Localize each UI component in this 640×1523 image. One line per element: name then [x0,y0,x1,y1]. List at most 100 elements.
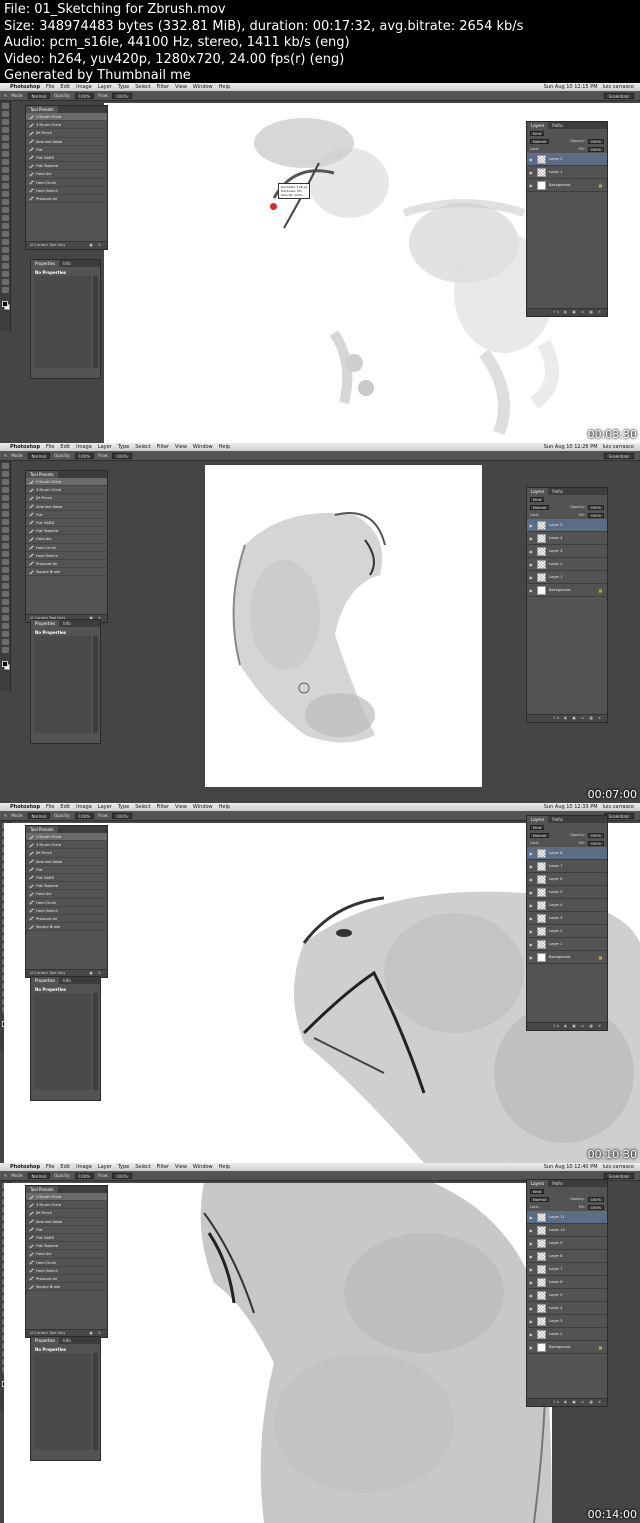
tool-icon[interactable] [2,567,9,573]
preset-item[interactable]: Hard Ale [26,535,107,544]
menu-item[interactable]: Image [76,803,92,811]
current-tool-only-checkbox[interactable]: ☑ Current Tool Only [30,242,65,249]
menu-item[interactable]: Edit [60,83,70,91]
menubar-clock[interactable]: Sun Aug 10 12:33 PM [544,803,598,811]
menu-item[interactable]: Select [135,443,150,451]
tool-icon[interactable] [2,263,9,269]
visibility-eye-icon[interactable]: ◉ [529,877,534,882]
menu-item[interactable]: Layer [98,443,112,451]
menu-item[interactable]: Window [193,83,213,91]
layer-row[interactable]: ◉ Background 🔒 [527,951,607,964]
visibility-eye-icon[interactable]: ◉ [529,916,534,921]
menu-item[interactable]: Layer [98,803,112,811]
preset-item[interactable]: 2 Brush Circle [26,478,107,487]
tool-icon[interactable] [2,191,9,197]
visibility-eye-icon[interactable]: ◉ [529,851,534,856]
tool-icon[interactable] [2,551,9,557]
tool-icon[interactable] [2,607,9,613]
menu-item[interactable]: Type [118,83,129,91]
preset-item[interactable]: 3 Brush Circle [26,841,107,850]
opacity-field[interactable]: 100% [74,452,94,459]
opacity-field[interactable]: 100% [74,1172,94,1179]
layer-row[interactable]: ◉ Layer 2 [527,925,607,938]
tool-icon[interactable] [2,519,9,525]
preset-item[interactable]: JM Pencil [26,1209,107,1218]
mode-field[interactable]: Normal [27,92,51,99]
tab-paths[interactable]: Paths [548,816,567,823]
fill-field[interactable]: 100% [587,512,604,518]
tab-info[interactable]: Info [59,977,75,984]
tool-icon[interactable] [2,543,9,549]
tool-icon[interactable] [2,287,9,293]
visibility-eye-icon[interactable]: ◉ [529,536,534,541]
preset-item[interactable]: Flat [26,511,107,519]
tab-properties[interactable]: Properties [31,620,60,627]
layer-kind-filter[interactable]: Kind [530,824,544,830]
flow-field[interactable]: 100% [112,92,132,99]
flow-field[interactable]: 100% [112,452,132,459]
app-name[interactable]: Photoshop [10,1163,40,1171]
layer-opacity-field[interactable]: 100% [587,1196,604,1202]
menu-item[interactable]: Edit [60,803,70,811]
menu-item[interactable]: View [175,803,187,811]
blend-mode-select[interactable]: Normal [530,504,550,510]
preset-item[interactable]: Flat HARD [26,519,107,528]
tool-icon[interactable] [2,479,9,485]
menubar-user[interactable]: luis carrasco [603,803,634,811]
layer-row[interactable]: ◉ Layer 8 [527,847,607,860]
preset-item[interactable]: Hard Sketch [26,1267,107,1275]
layers-footer-icons[interactable]: fx ◐ ▣ ▭ ▦ ✕ [554,715,607,722]
preset-item[interactable]: Pressure Air [26,195,107,204]
layer-kind-filter[interactable]: Kind [530,496,544,502]
menu-item[interactable]: View [175,443,187,451]
preset-item[interactable]: Airbrush Noise [26,138,107,146]
app-name[interactable]: Photoshop [10,443,40,451]
preset-item[interactable]: Airbrush Noise [26,858,107,866]
blend-mode-select[interactable]: Normal [530,138,550,144]
tool-icon[interactable] [2,159,9,165]
fill-field[interactable]: 100% [587,1204,604,1210]
tool-icon[interactable] [2,495,9,501]
layer-row[interactable]: ◉ Layer 4 [527,899,607,912]
tool-icon[interactable] [2,135,9,141]
menu-item[interactable]: Image [76,443,92,451]
tool-icon[interactable] [2,647,9,653]
tab-paths[interactable]: Paths [548,1180,567,1187]
preset-item[interactable]: Pressure Air [26,915,107,924]
layer-row[interactable]: ◉ Layer 5 [527,519,607,532]
preset-item[interactable]: JM Pencil [26,849,107,858]
layer-row[interactable]: ◉ Layer 6 [527,1276,607,1289]
preset-item[interactable]: Airbrush Noise [26,1218,107,1226]
opacity-field[interactable]: 100% [74,92,94,99]
layer-kind-filter[interactable]: Kind [530,130,544,136]
foreground-color-swatch[interactable] [2,301,8,307]
visibility-eye-icon[interactable]: ◉ [529,942,534,947]
preset-item[interactable]: 2 Brush Circle [26,1193,107,1202]
visibility-eye-icon[interactable]: ◉ [529,1345,534,1350]
layer-opacity-field[interactable]: 100% [587,138,604,144]
tool-icon[interactable] [2,223,9,229]
tab-info[interactable]: Info [59,1337,75,1344]
preset-item[interactable]: Flat [26,146,107,154]
menu-item[interactable]: Type [118,443,129,451]
layers-footer-icons[interactable]: fx ◐ ▣ ▭ ▦ ✕ [554,1023,607,1030]
layer-opacity-field[interactable]: 100% [587,504,604,510]
menubar-user[interactable]: luis carrasco [603,443,634,451]
tool-icon[interactable] [2,103,9,109]
tab-layers[interactable]: Layers [527,488,549,495]
tool-icon[interactable] [2,503,9,509]
layer-row[interactable]: ◉ Layer 1 [527,938,607,951]
preset-item[interactable]: Hard Circle [26,544,107,552]
menubar-clock[interactable]: Sun Aug 10 12:26 PM [544,443,598,451]
tool-icon[interactable] [2,463,9,469]
visibility-eye-icon[interactable]: ◉ [529,183,534,188]
visibility-eye-icon[interactable]: ◉ [529,1332,534,1337]
visibility-eye-icon[interactable]: ◉ [529,157,534,162]
preset-item[interactable]: Flat HARD [26,1234,107,1243]
tab-layers[interactable]: Layers [527,122,549,129]
layer-row[interactable]: ◉ Layer 2 [527,1328,607,1341]
menu-item[interactable]: Edit [60,1163,70,1171]
visibility-eye-icon[interactable]: ◉ [529,929,534,934]
menu-item[interactable]: File [46,1163,54,1171]
tool-icon[interactable] [2,119,9,125]
